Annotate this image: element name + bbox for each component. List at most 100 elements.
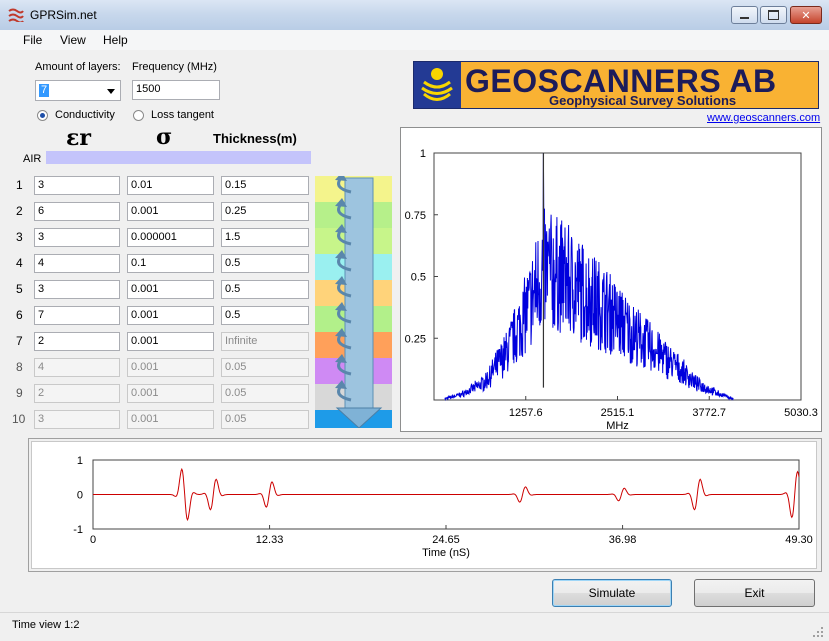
time-trace-chart: 1 0 -1 0 12.33 24.65 36.98 49.30 Time (nS) (73, 455, 813, 559)
layer-number: 6 (16, 308, 23, 322)
minimize-button[interactable] (731, 6, 758, 24)
x-tick-label: 36.98 (609, 534, 637, 546)
resize-grip-icon[interactable] (811, 625, 825, 639)
layer-number: 9 (16, 386, 23, 400)
title-bar: GPRSim.net ✕ (0, 0, 829, 31)
layer-number: 10 (12, 412, 26, 426)
sigma-input[interactable]: 0.000001 (127, 228, 214, 247)
epsilon-input[interactable]: 7 (34, 306, 120, 325)
loss-tangent-radio[interactable] (133, 110, 144, 121)
y-tick-label: -1 (73, 524, 83, 536)
close-button[interactable]: ✕ (790, 6, 822, 24)
thickness-input: 0.05 (221, 358, 309, 377)
exit-button[interactable]: Exit (694, 579, 815, 607)
air-label: AIR (23, 153, 42, 165)
menu-help[interactable]: Help (103, 33, 128, 47)
x-tick-label: 49.30 (785, 534, 813, 546)
layer-number: 2 (16, 204, 23, 218)
close-icon: ✕ (801, 9, 811, 22)
y-tick-label: 1 (420, 148, 426, 160)
spectrum-panel: 1 0.75 0.5 0.25 1257.6 2515.1 3772.7 5030.3 MHz (400, 127, 822, 432)
frequency-label: Frequency (MHz) (132, 61, 217, 73)
menu-view[interactable]: View (60, 33, 86, 47)
layers-value: 7 (39, 84, 50, 97)
menu-bar: File View Help (0, 30, 829, 50)
thickness-input[interactable]: 0.5 (221, 254, 309, 273)
y-tick-label: 0 (77, 490, 83, 502)
y-tick-label: 0.25 (405, 333, 426, 345)
x-tick-label: 1257.6 (509, 407, 543, 419)
layers-label: Amount of layers: (35, 61, 121, 73)
wave-shaft (344, 177, 374, 411)
app-icon (8, 8, 24, 22)
x-tick-label: 12.33 (256, 534, 284, 546)
status-bar: Time view 1:2 (0, 612, 829, 641)
x-tick-label: 0 (90, 534, 96, 546)
logo-badge (414, 62, 461, 108)
layer-number: 8 (16, 360, 23, 374)
maximize-button[interactable] (760, 6, 787, 24)
epsilon-input[interactable]: 6 (34, 202, 120, 221)
plot-area (433, 152, 802, 401)
frequency-input[interactable]: 1500 (132, 80, 220, 100)
simulate-button[interactable]: Simulate (552, 579, 672, 607)
x-axis-label: MHz (606, 420, 629, 431)
trace-panel: 1 0 -1 0 12.33 24.65 36.98 49.30 Time (nS) (31, 441, 817, 569)
thickness-input[interactable]: 0.5 (221, 306, 309, 325)
epsilon-header: εr (66, 125, 91, 151)
maximize-icon (768, 10, 779, 20)
thickness-input[interactable]: 0.25 (221, 202, 309, 221)
layer-number: 3 (16, 230, 23, 244)
layer-stack-graphic (315, 176, 392, 428)
y-tick-label: 1 (77, 455, 83, 467)
layer-number: 5 (16, 282, 23, 296)
epsilon-input[interactable]: 2 (34, 332, 120, 351)
x-axis-label: Time (nS) (422, 547, 470, 559)
epsilon-input[interactable]: 4 (34, 254, 120, 273)
antenna-wave-icon (421, 68, 453, 101)
conductivity-radio[interactable] (37, 110, 48, 121)
thickness-input: 0.05 (221, 410, 309, 429)
x-tick-label: 24.65 (432, 534, 460, 546)
window-title: GPRSim.net (30, 8, 97, 22)
y-tick-label: 0.75 (405, 210, 426, 222)
chevron-down-icon (107, 89, 115, 94)
epsilon-input[interactable]: 3 (34, 280, 120, 299)
thickness-input: 0.05 (221, 384, 309, 403)
sigma-header: σ (156, 124, 173, 150)
sigma-input[interactable]: 0.1 (127, 254, 214, 273)
epsilon-input[interactable]: 3 (34, 228, 120, 247)
thickness-input[interactable]: 1.5 (221, 228, 309, 247)
x-tick-label: 5030.3 (784, 407, 818, 419)
minimize-icon (740, 17, 749, 19)
sigma-input[interactable]: 0.001 (127, 306, 214, 325)
epsilon-input: 2 (34, 384, 120, 403)
thickness-input[interactable]: 0.5 (221, 280, 309, 299)
sigma-input[interactable]: 0.001 (127, 332, 214, 351)
epsilon-input: 3 (34, 410, 120, 429)
sigma-input: 0.001 (127, 358, 214, 377)
loss-tangent-label: Loss tangent (151, 109, 214, 121)
layers-dropdown[interactable]: 7 (35, 80, 121, 101)
geoscanners-logo: GEOSCANNERS AB Geophysical Survey Soluti… (413, 61, 819, 109)
layer-number: 1 (16, 178, 23, 192)
spectrum-chart: 1 0.75 0.5 0.25 1257.6 2515.1 3772.7 5030.3 MHz (405, 148, 818, 432)
epsilon-input[interactable]: 3 (34, 176, 120, 195)
x-tick-label: 3772.7 (692, 407, 726, 419)
y-tick-label: 0.5 (411, 272, 426, 284)
layer-number: 7 (16, 334, 23, 348)
thickness-input[interactable]: 0.15 (221, 176, 309, 195)
website-link[interactable]: www.geoscanners.com (707, 112, 820, 124)
air-bar (46, 151, 311, 164)
conductivity-label: Conductivity (55, 109, 115, 121)
sigma-input[interactable]: 0.001 (127, 202, 214, 221)
sigma-input[interactable]: 0.001 (127, 280, 214, 299)
sigma-input[interactable]: 0.01 (127, 176, 214, 195)
menu-file[interactable]: File (23, 33, 42, 47)
sigma-input: 0.001 (127, 384, 214, 403)
epsilon-input: 4 (34, 358, 120, 377)
layer-number: 4 (16, 256, 23, 270)
logo-tagline: Geophysical Survey Solutions (549, 93, 737, 108)
x-tick-label: 2515.1 (601, 407, 635, 419)
thickness-header: Thickness(m) (213, 131, 297, 146)
